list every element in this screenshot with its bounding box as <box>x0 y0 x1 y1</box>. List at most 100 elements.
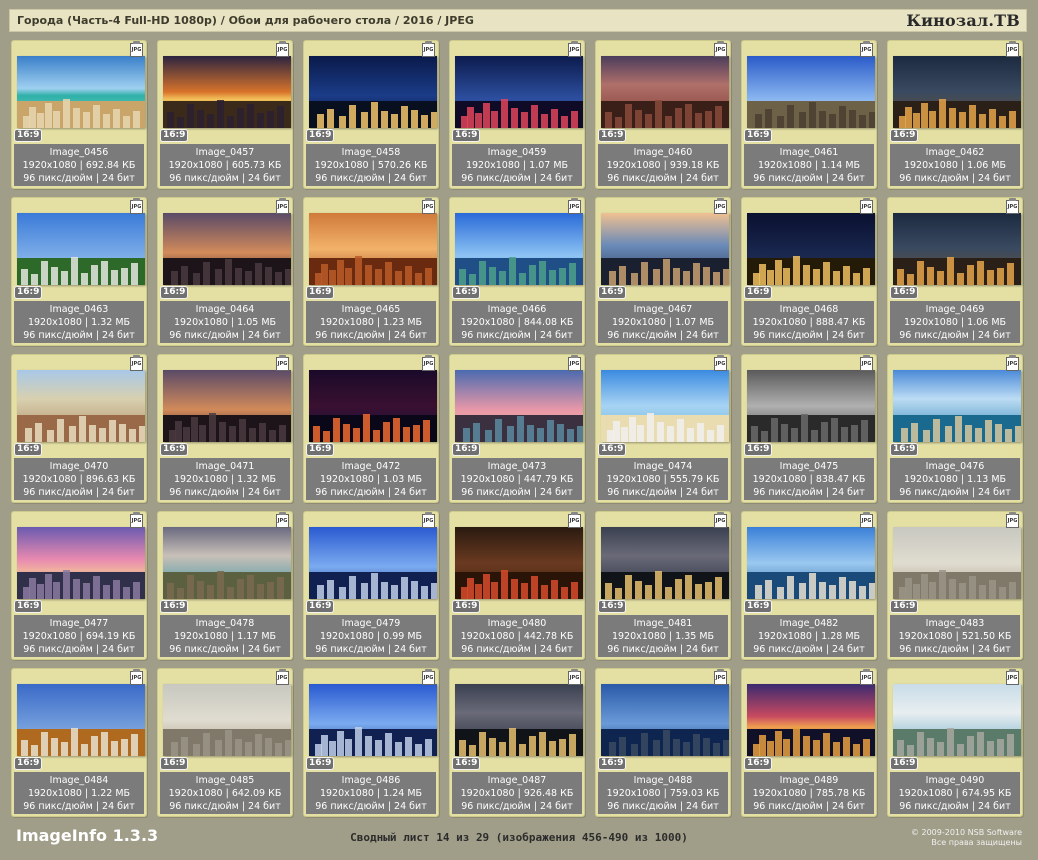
thumbnail-image[interactable] <box>893 213 1021 285</box>
thumbnail-card[interactable]: JPG 16:9 Image_0462 1920x1080 | 1.06 МБ 96 п… <box>887 40 1023 189</box>
thumbnail-card[interactable]: JPG 16:9 Image_0456 1920x1080 | 692.84 КБ 96… <box>11 40 147 189</box>
thumbnail-card[interactable]: JPG 16:9 Image_0478 1920x1080 | 1.17 МБ 96 п… <box>157 511 293 660</box>
thumbnail-image[interactable] <box>455 56 583 128</box>
thumbnail-image[interactable] <box>17 527 145 599</box>
thumbnail-card[interactable]: JPG 16:9 Image_0484 1920x1080 | 1.22 МБ 96 п… <box>11 668 147 817</box>
thumbnail-card[interactable]: JPG 16:9 Image_0480 1920x1080 | 442.78 КБ 96… <box>449 511 585 660</box>
thumbnail-building <box>861 419 868 442</box>
thumbnail-building <box>695 112 702 128</box>
thumbnail-image[interactable] <box>893 370 1021 442</box>
thumbnail-card[interactable]: JPG 16:9 Image_0474 1920x1080 | 555.79 КБ 96… <box>595 354 731 503</box>
thumbnail-building <box>999 586 1006 599</box>
thumbnail-card[interactable]: JPG 16:9 Image_0466 1920x1080 | 844.08 КБ 96… <box>449 197 585 346</box>
image-dimensions-size: 1920x1080 | 838.47 КБ <box>752 474 866 485</box>
thumbnail-building <box>467 578 474 599</box>
image-info: Image_0489 1920x1080 | 785.78 КБ 96 пикс/д… <box>744 772 874 814</box>
image-info: Image_0473 1920x1080 | 447.79 КБ 96 пикс/д… <box>452 458 582 500</box>
thumbnail-image[interactable] <box>747 370 875 442</box>
thumbnail-image[interactable] <box>747 684 875 756</box>
thumbnail-card[interactable]: JPG 16:9 Image_0481 1920x1080 | 1.35 МБ 96 п… <box>595 511 731 660</box>
thumbnail-image[interactable] <box>163 527 291 599</box>
thumbnail-card[interactable]: JPG 16:9 Image_0482 1920x1080 | 1.28 МБ 96 п… <box>741 511 877 660</box>
image-dimensions-size: 1920x1080 | 1.17 МБ <box>173 631 277 642</box>
thumbnail-image[interactable] <box>601 213 729 285</box>
thumbnail-card[interactable]: JPG 16:9 Image_0479 1920x1080 | 0.99 МБ 96 п… <box>303 511 439 660</box>
thumbnail-image[interactable] <box>309 213 437 285</box>
thumbnail-card[interactable]: JPG 16:9 Image_0490 1920x1080 | 674.95 КБ 96… <box>887 668 1023 817</box>
thumbnail-image[interactable] <box>455 527 583 599</box>
image-name: Image_0472 <box>341 461 401 472</box>
thumbnail-card[interactable]: JPG 16:9 Image_0485 1920x1080 | 642.09 КБ 96… <box>157 668 293 817</box>
thumbnail-card[interactable]: JPG 16:9 Image_0477 1920x1080 | 694.19 КБ 96… <box>11 511 147 660</box>
thumbnail-building <box>801 413 808 442</box>
thumbnail-card[interactable]: JPG 16:9 Image_0487 1920x1080 | 926.48 КБ 96… <box>449 668 585 817</box>
thumbnail-card[interactable]: JPG 16:9 Image_0471 1920x1080 | 1.32 МБ 96 п… <box>157 354 293 503</box>
thumbnail-card[interactable]: JPG 16:9 Image_0476 1920x1080 | 1.13 МБ 96 п… <box>887 354 1023 503</box>
thumbnail-image[interactable] <box>601 370 729 442</box>
thumbnail-card[interactable]: JPG 16:9 Image_0464 1920x1080 | 1.05 МБ 96 п… <box>157 197 293 346</box>
thumbnail-building <box>395 271 402 285</box>
thumbnail-image[interactable] <box>17 684 145 756</box>
thumbnail-building <box>255 734 262 756</box>
thumbnail-image[interactable] <box>163 213 291 285</box>
thumbnail-building <box>501 570 508 599</box>
thumbnail-image[interactable] <box>893 56 1021 128</box>
thumbnail-image[interactable] <box>455 684 583 756</box>
thumbnail-building <box>489 267 496 285</box>
thumbnail-image[interactable] <box>455 370 583 442</box>
thumbnail-image[interactable] <box>601 56 729 128</box>
thumbnail-building <box>539 731 546 756</box>
thumbnail-image[interactable] <box>309 370 437 442</box>
thumbnail-card[interactable]: JPG 16:9 Image_0461 1920x1080 | 1.14 МБ 96 п… <box>741 40 877 189</box>
aspect-ratio-badge: 16:9 <box>890 286 919 299</box>
thumbnail-card[interactable]: JPG 16:9 Image_0457 1920x1080 | 605.73 КБ 96… <box>157 40 293 189</box>
thumbnail-image[interactable] <box>163 370 291 442</box>
thumbnail-image[interactable] <box>17 213 145 285</box>
thumbnail-image[interactable] <box>309 56 437 128</box>
image-info: Image_0482 1920x1080 | 1.28 МБ 96 пикс/дюй… <box>744 615 874 657</box>
image-dpi-depth: 96 пикс/дюйм | 24 бит <box>461 487 573 498</box>
thumbnail-image[interactable] <box>309 527 437 599</box>
thumbnail-image[interactable] <box>309 684 437 756</box>
jpg-file-icon: JPG <box>568 198 581 214</box>
image-name: Image_0457 <box>195 147 255 158</box>
thumbnail-image[interactable] <box>747 56 875 128</box>
thumbnail-card[interactable]: JPG 16:9 Image_0489 1920x1080 | 785.78 КБ 96… <box>741 668 877 817</box>
thumbnail-building <box>615 117 622 128</box>
thumbnail-image[interactable] <box>163 56 291 128</box>
image-dpi-depth: 96 пикс/дюйм | 24 бит <box>607 801 719 812</box>
thumbnail-card[interactable]: JPG 16:9 Image_0469 1920x1080 | 1.06 МБ 96 п… <box>887 197 1023 346</box>
image-dpi-depth: 96 пикс/дюйм | 24 бит <box>753 330 865 341</box>
thumbnail-card[interactable]: JPG 16:9 Image_0467 1920x1080 | 1.07 МБ 96 п… <box>595 197 731 346</box>
thumbnail-card[interactable]: JPG 16:9 Image_0463 1920x1080 | 1.32 МБ 96 п… <box>11 197 147 346</box>
thumbnail-card[interactable]: JPG 16:9 Image_0472 1920x1080 | 1.03 МБ 96 п… <box>303 354 439 503</box>
thumbnail-image[interactable] <box>893 527 1021 599</box>
thumbnail-card[interactable]: JPG 16:9 Image_0465 1920x1080 | 1.23 МБ 96 п… <box>303 197 439 346</box>
thumbnail-building <box>371 102 378 128</box>
thumbnail-image[interactable] <box>17 370 145 442</box>
thumbnail-card[interactable]: JPG 16:9 Image_0475 1920x1080 | 838.47 КБ 96… <box>741 354 877 503</box>
thumbnail-card[interactable]: JPG 16:9 Image_0460 1920x1080 | 939.18 КБ 96… <box>595 40 731 189</box>
image-info: Image_0480 1920x1080 | 442.78 КБ 96 пикс/д… <box>452 615 582 657</box>
thumbnail-building <box>29 107 36 128</box>
thumbnail-image[interactable] <box>601 684 729 756</box>
thumbnail-card[interactable]: JPG 16:9 Image_0470 1920x1080 | 896.63 КБ 96… <box>11 354 147 503</box>
aspect-ratio-badge: 16:9 <box>14 286 43 299</box>
thumbnail-card[interactable]: JPG 16:9 Image_0486 1920x1080 | 1.24 МБ 96 п… <box>303 668 439 817</box>
thumbnail-card[interactable]: JPG 16:9 Image_0473 1920x1080 | 447.79 КБ 96… <box>449 354 585 503</box>
thumbnail-image[interactable] <box>601 527 729 599</box>
thumbnail-card[interactable]: JPG 16:9 Image_0483 1920x1080 | 521.50 КБ 96… <box>887 511 1023 660</box>
thumbnail-image[interactable] <box>893 684 1021 756</box>
image-info: Image_0468 1920x1080 | 888.47 КБ 96 пикс/д… <box>744 301 874 343</box>
thumbnail-card[interactable]: JPG 16:9 Image_0488 1920x1080 | 759.03 КБ 96… <box>595 668 731 817</box>
thumbnail-image[interactable] <box>17 56 145 128</box>
thumbnail-building <box>569 262 576 285</box>
thumbnail-building <box>843 266 850 285</box>
thumbnail-image[interactable] <box>163 684 291 756</box>
thumbnail-card[interactable]: JPG 16:9 Image_0458 1920x1080 | 570.26 КБ 96… <box>303 40 439 189</box>
thumbnail-image[interactable] <box>747 213 875 285</box>
thumbnail-card[interactable]: JPG 16:9 Image_0468 1920x1080 | 888.47 КБ 96… <box>741 197 877 346</box>
thumbnail-card[interactable]: JPG 16:9 Image_0459 1920x1080 | 1.07 МБ 96 п… <box>449 40 585 189</box>
thumbnail-image[interactable] <box>747 527 875 599</box>
thumbnail-image[interactable] <box>455 213 583 285</box>
